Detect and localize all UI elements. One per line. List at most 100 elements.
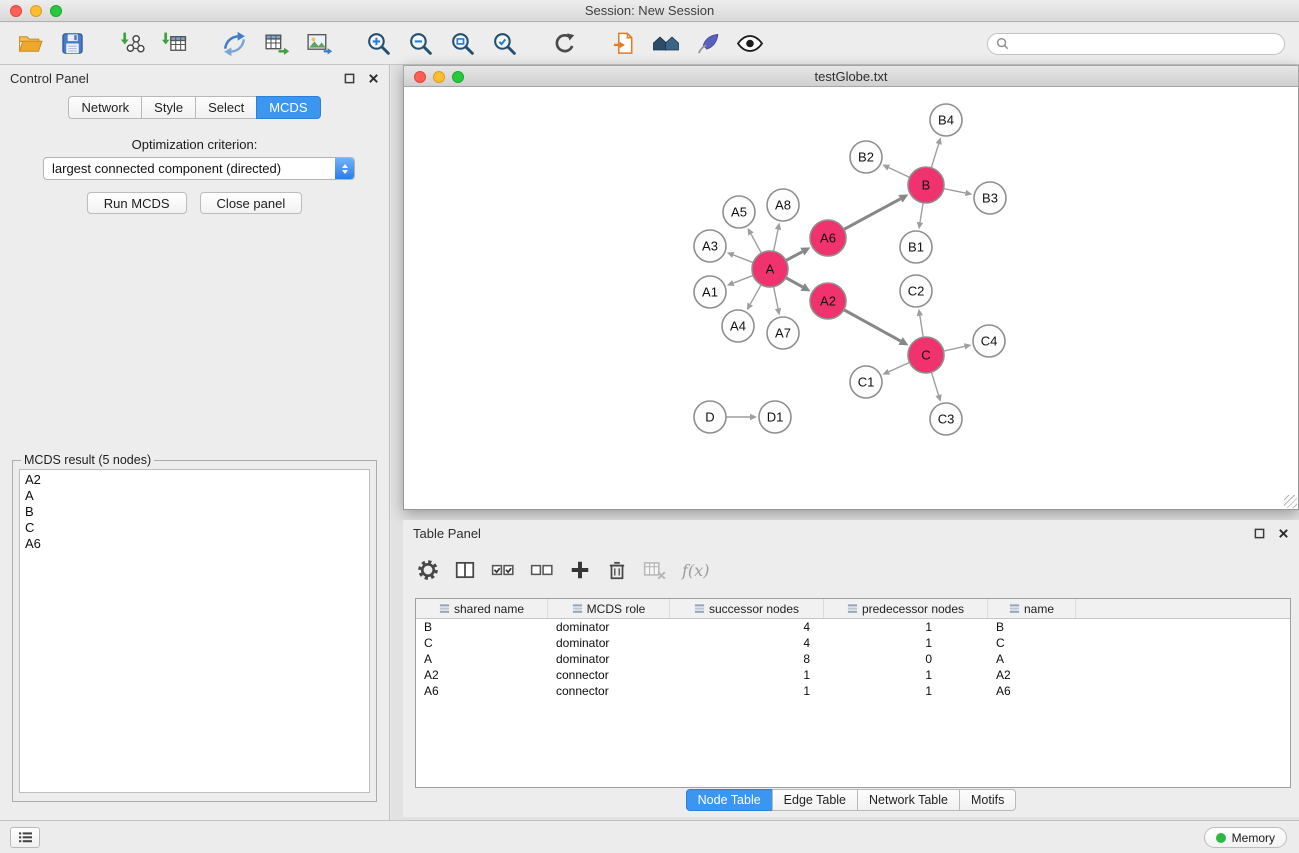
network-node[interactable]: D [694,401,726,433]
column-header-shared-name[interactable]: shared name [416,599,548,618]
task-history-button[interactable] [10,827,40,848]
network-node[interactable]: B1 [900,231,932,263]
network-node[interactable]: A7 [767,317,799,349]
create-column-button[interactable] [569,559,591,581]
tab-network-table[interactable]: Network Table [857,789,960,811]
network-node[interactable]: A5 [723,196,755,228]
column-header-name[interactable]: name [988,599,1076,618]
refresh-view-button[interactable] [546,28,582,60]
import-table-button[interactable] [156,28,192,60]
delete-column-button[interactable] [606,559,628,581]
tab-style[interactable]: Style [141,96,196,119]
network-node[interactable]: C1 [850,366,882,398]
select-all-columns-button[interactable] [491,559,515,581]
document-arrow-icon [612,31,637,56]
network-node[interactable]: C3 [930,403,962,435]
zoom-fit-button[interactable] [444,28,480,60]
network-node[interactable]: A8 [767,189,799,221]
cell-successor_nodes: 4 [670,635,824,651]
titlebar: Session: New Session [0,0,1299,22]
network-node[interactable]: B3 [974,182,1006,214]
function-builder-button[interactable]: f(x) [682,561,709,580]
table-row[interactable]: Adominator80A [416,651,1290,667]
close-control-panel-button[interactable] [367,72,380,85]
open-session-file-button[interactable] [606,28,642,60]
column-header-successor-nodes[interactable]: successor nodes [670,599,824,618]
cell-shared_name: C [416,635,548,651]
float-panel-button[interactable] [343,72,356,85]
close-table-panel-button[interactable] [1277,527,1290,540]
open-session-button[interactable] [12,28,48,60]
network-node[interactable]: B4 [930,104,962,136]
optimization-criterion-select[interactable]: largest connected component (directed) [43,157,355,180]
deselect-all-columns-button[interactable] [530,559,554,581]
network-node[interactable]: A [752,251,788,287]
cell-predecessor_nodes: 1 [824,635,988,651]
network-node[interactable]: A3 [694,230,726,262]
cell-name: A6 [988,683,1076,699]
table-panel-title: Table Panel [413,526,481,541]
show-columns-button[interactable] [454,559,476,581]
cell-filler [1076,635,1290,651]
zoom-selected-button[interactable] [486,28,522,60]
column-header-predecessor-nodes[interactable]: predecessor nodes [824,599,988,618]
memory-button[interactable]: Memory [1204,827,1287,848]
network-node[interactable]: A4 [722,310,754,342]
network-node[interactable]: D1 [759,401,791,433]
tab-mcds[interactable]: MCDS [256,96,320,119]
apply-style-button[interactable] [690,28,726,60]
tab-network[interactable]: Network [68,96,142,119]
zoom-out-icon [407,30,434,57]
toolbar-search [987,33,1285,55]
column-label: predecessor nodes [862,602,964,616]
table-row[interactable]: A6connector11A6 [416,683,1290,699]
mcds-result-title: MCDS result (5 nodes) [21,453,154,467]
save-session-button[interactable] [54,28,90,60]
export-network-button[interactable] [216,28,252,60]
column-label: shared name [454,602,524,616]
export-image-button[interactable] [300,28,336,60]
network-node[interactable]: B2 [850,141,882,173]
column-header-mcds-role[interactable]: MCDS role [548,599,670,618]
network-node[interactable]: C4 [973,325,1005,357]
svg-text:C3: C3 [938,412,955,427]
table-panel-tabs: Node Table Edge Table Network Table Moti… [403,789,1299,811]
cell-predecessor_nodes: 0 [824,651,988,667]
close-panel-button[interactable]: Close panel [200,192,303,214]
search-input[interactable] [1015,36,1276,51]
import-network-button[interactable] [114,28,150,60]
table-row[interactable]: Cdominator41C [416,635,1290,651]
window-resize-grip[interactable] [1284,495,1297,508]
zoom-in-button[interactable] [360,28,396,60]
cell-mcds_role: connector [548,667,670,683]
table-row[interactable]: Bdominator41B [416,619,1290,635]
home-button[interactable] [648,28,684,60]
tab-node-table[interactable]: Node Table [686,789,773,811]
table-row[interactable]: A2connector11A2 [416,667,1290,683]
network-node[interactable]: C [908,337,944,373]
network-node[interactable]: B [908,167,944,203]
tab-select[interactable]: Select [195,96,257,119]
delete-table-button[interactable] [643,559,667,581]
export-table-button[interactable] [258,28,294,60]
table-toolbar: f(x) [417,550,709,590]
level-of-detail-button[interactable] [732,28,768,60]
network-node[interactable]: A6 [810,220,846,256]
network-node[interactable]: C2 [900,275,932,307]
tab-edge-table[interactable]: Edge Table [772,789,858,811]
tab-motifs[interactable]: Motifs [959,789,1016,811]
float-table-panel-button[interactable] [1253,527,1266,540]
zoom-out-button[interactable] [402,28,438,60]
column-type-icon [694,603,705,614]
optimization-criterion-label: Optimization criterion: [0,137,389,152]
zoom-selected-icon [491,30,518,57]
cell-predecessor_nodes: 1 [824,619,988,635]
svg-text:B3: B3 [982,191,998,206]
table-settings-button[interactable] [417,559,439,581]
list-icon [18,831,33,844]
network-canvas[interactable]: B4 B2 B B3 A5 A8 A6 A3 B1 A A1 C2 A2 A4 A7 C4 C C1 C3 D D1 [404,87,1298,509]
network-window-titlebar[interactable]: testGlobe.txt [403,65,1299,87]
run-mcds-button[interactable]: Run MCDS [87,192,187,214]
network-node[interactable]: A2 [810,283,846,319]
network-node[interactable]: A1 [694,276,726,308]
